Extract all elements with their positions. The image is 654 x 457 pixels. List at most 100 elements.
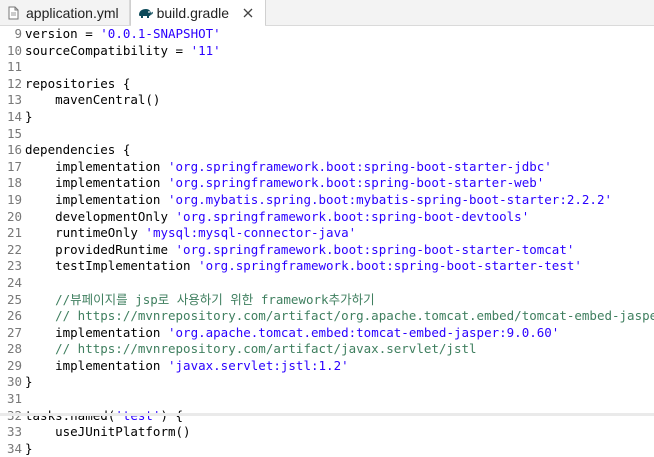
line-number: 29	[0, 358, 25, 375]
line-number: 11	[0, 59, 25, 76]
code-text: sourceCompatibility = '11'	[25, 43, 221, 58]
string-literal: 'javax.servlet:jstl:1.2'	[168, 358, 349, 373]
code-comment: //뷰페이지를 jsp로 사용하기 위한 framework추가하기	[25, 292, 375, 307]
line-number: 30	[0, 374, 25, 391]
code-line[interactable]: 9version = '0.0.1-SNAPSHOT'	[0, 26, 654, 43]
code-token: testImplementation	[25, 258, 198, 273]
code-token: implementation	[25, 159, 168, 174]
line-number: 13	[0, 92, 25, 109]
code-line[interactable]: 22 providedRuntime 'org.springframework.…	[0, 242, 654, 259]
tab-label: application.yml	[26, 5, 119, 21]
code-line[interactable]: 15	[0, 126, 654, 143]
code-text: providedRuntime 'org.springframework.boo…	[25, 242, 574, 257]
code-line[interactable]: 20 developmentOnly 'org.springframework.…	[0, 209, 654, 226]
line-number: 28	[0, 341, 25, 358]
code-editor[interactable]: 9version = '0.0.1-SNAPSHOT'10sourceCompa…	[0, 26, 654, 416]
code-line[interactable]: 14}	[0, 109, 654, 126]
code-token: developmentOnly	[25, 209, 176, 224]
code-text: mavenCentral()	[25, 92, 160, 107]
line-number: 12	[0, 76, 25, 93]
code-line[interactable]: 26 // https://mvnrepository.com/artifact…	[0, 308, 654, 325]
string-literal: 'mysql:mysql-connector-java'	[145, 225, 356, 240]
line-number: 20	[0, 209, 25, 226]
code-line[interactable]: 28 // https://mvnrepository.com/artifact…	[0, 341, 654, 358]
code-token: implementation	[25, 325, 168, 340]
code-text: }	[25, 374, 33, 389]
code-text: implementation 'javax.servlet:jstl:1.2'	[25, 358, 349, 373]
code-line[interactable]: 16dependencies {	[0, 142, 654, 159]
code-line[interactable]: 17 implementation 'org.springframework.b…	[0, 159, 654, 176]
line-number: 17	[0, 159, 25, 176]
close-icon[interactable]	[241, 6, 255, 20]
code-text: version = '0.0.1-SNAPSHOT'	[25, 26, 221, 41]
line-number: 24	[0, 275, 25, 292]
code-text: // https://mvnrepository.com/artifact/or…	[25, 308, 654, 323]
line-number: 18	[0, 175, 25, 192]
string-literal: 'org.springframework.boot:spring-boot-st…	[198, 258, 582, 273]
line-number: 15	[0, 126, 25, 143]
code-token: }	[25, 374, 33, 389]
code-text: runtimeOnly 'mysql:mysql-connector-java'	[25, 225, 356, 240]
code-text: implementation 'org.springframework.boot…	[25, 175, 544, 190]
code-line[interactable]: 11	[0, 59, 654, 76]
tab-label: build.gradle	[157, 5, 229, 21]
code-line[interactable]: 29 implementation 'javax.servlet:jstl:1.…	[0, 358, 654, 375]
code-line[interactable]: 10sourceCompatibility = '11'	[0, 43, 654, 60]
string-literal: 'org.apache.tomcat.embed:tomcat-embed-ja…	[168, 325, 559, 340]
code-line[interactable]: 24	[0, 275, 654, 292]
line-number: 9	[0, 26, 25, 43]
string-literal: '11'	[191, 43, 221, 58]
code-text: repositories {	[25, 76, 130, 91]
tab-build-gradle[interactable]: build.gradle	[130, 0, 266, 25]
line-number: 27	[0, 325, 25, 342]
line-number: 21	[0, 225, 25, 242]
code-line[interactable]: 13 mavenCentral()	[0, 92, 654, 109]
code-line[interactable]: 19 implementation 'org.mybatis.spring.bo…	[0, 192, 654, 209]
code-line[interactable]: 12repositories {	[0, 76, 654, 93]
code-line[interactable]: 27 implementation 'org.apache.tomcat.emb…	[0, 325, 654, 342]
line-number: 33	[0, 424, 25, 441]
string-literal: 'org.springframework.boot:spring-boot-st…	[168, 175, 544, 190]
line-number: 26	[0, 308, 25, 325]
code-text: implementation 'org.apache.tomcat.embed:…	[25, 325, 559, 340]
yml-file-icon	[6, 6, 20, 20]
editor-tab-bar: application.yml build.gradle	[0, 0, 654, 26]
code-token: dependencies {	[25, 142, 130, 157]
code-line[interactable]: 21 runtimeOnly 'mysql:mysql-connector-ja…	[0, 225, 654, 242]
line-number: 23	[0, 258, 25, 275]
string-literal: 'org.springframework.boot:spring-boot-st…	[176, 242, 575, 257]
string-literal: 'org.springframework.boot:spring-boot-de…	[176, 209, 530, 224]
code-comment: // https://mvnrepository.com/artifact/or…	[25, 308, 654, 323]
code-token: runtimeOnly	[25, 225, 145, 240]
code-token: }	[25, 109, 33, 124]
tab-application-yml[interactable]: application.yml	[0, 0, 130, 25]
gradle-elephant-icon	[137, 6, 151, 20]
code-token: providedRuntime	[25, 242, 176, 257]
string-literal: 'org.mybatis.spring.boot:mybatis-spring-…	[168, 192, 612, 207]
code-token: repositories {	[25, 76, 130, 91]
code-text: developmentOnly 'org.springframework.boo…	[25, 209, 529, 224]
code-line[interactable]: 33 useJUnitPlatform()	[0, 424, 654, 441]
line-number: 19	[0, 192, 25, 209]
line-number: 31	[0, 391, 25, 408]
code-text: // https://mvnrepository.com/artifact/ja…	[25, 341, 477, 356]
code-token: version =	[25, 26, 100, 41]
line-number: 22	[0, 242, 25, 259]
code-token: implementation	[25, 175, 168, 190]
code-text: //뷰페이지를 jsp로 사용하기 위한 framework추가하기	[25, 292, 375, 307]
line-number: 14	[0, 109, 25, 126]
code-line[interactable]: 31	[0, 391, 654, 408]
code-line[interactable]: 34}	[0, 441, 654, 457]
code-line[interactable]: 23 testImplementation 'org.springframewo…	[0, 258, 654, 275]
line-number: 10	[0, 43, 25, 60]
code-text: dependencies {	[25, 142, 130, 157]
code-line[interactable]: 30}	[0, 374, 654, 391]
code-token: implementation	[25, 192, 168, 207]
code-text: implementation 'org.springframework.boot…	[25, 159, 552, 174]
string-literal: '0.0.1-SNAPSHOT'	[100, 26, 220, 41]
code-text: useJUnitPlatform()	[25, 424, 191, 439]
code-line[interactable]: 25 //뷰페이지를 jsp로 사용하기 위한 framework추가하기	[0, 292, 654, 309]
code-line[interactable]: 18 implementation 'org.springframework.b…	[0, 175, 654, 192]
code-comment: // https://mvnrepository.com/artifact/ja…	[25, 341, 477, 356]
line-number: 16	[0, 142, 25, 159]
